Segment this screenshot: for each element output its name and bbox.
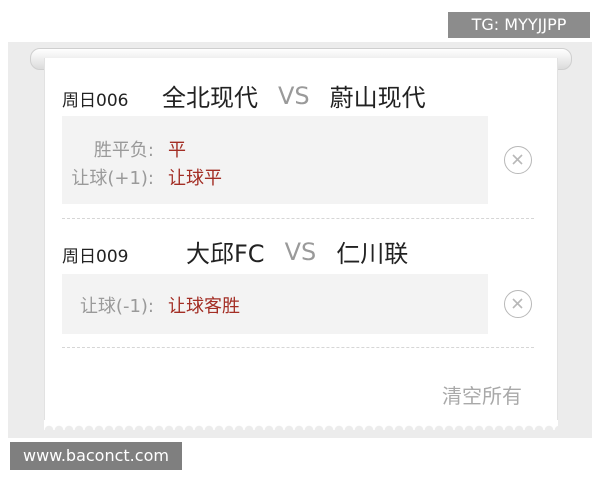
tg-watermark: TG: MYYJJPP	[448, 12, 590, 38]
bet-value: 平	[168, 140, 186, 161]
match-header: 周日006 全北现代 VS 蔚山现代	[62, 78, 538, 114]
clear-all-button[interactable]: 清空所有	[442, 380, 522, 409]
home-team: 大邱FC	[186, 240, 265, 268]
close-circle-icon	[512, 154, 523, 165]
remove-match-button[interactable]	[504, 146, 532, 174]
bet-row: 让球(+1): 让球平	[62, 164, 488, 189]
match-card: 周日009 大邱FC VS 仁川联 让球(-1): 让球客胜	[62, 234, 538, 338]
match-id: 周日006	[62, 91, 129, 111]
vs-label: VS	[284, 237, 317, 266]
match-teams: 大邱FC VS 仁川联	[186, 234, 408, 269]
bet-label: 让球(+1):	[71, 168, 154, 189]
bet-label: 让球(-1):	[79, 296, 154, 317]
home-team: 全北现代	[162, 84, 258, 112]
ticket-torn-edge	[44, 420, 558, 430]
bet-value: 让球客胜	[168, 296, 240, 317]
bet-value: 让球平	[168, 168, 222, 189]
match-id: 周日009	[62, 247, 129, 267]
bet-selection-box[interactable]: 让球(-1): 让球客胜	[62, 274, 488, 334]
bet-label: 胜平负:	[93, 140, 154, 161]
bet-selection-box[interactable]: 胜平负: 平 让球(+1): 让球平	[62, 116, 488, 204]
site-watermark: www.baconct.com	[10, 442, 182, 470]
remove-match-button[interactable]	[504, 290, 532, 318]
close-circle-icon	[512, 298, 523, 309]
away-team: 蔚山现代	[329, 84, 426, 112]
away-team: 仁川联	[336, 240, 409, 268]
match-header: 周日009 大邱FC VS 仁川联	[62, 234, 538, 270]
bet-row: 让球(-1): 让球客胜	[62, 292, 488, 317]
bet-row: 胜平负: 平	[62, 136, 488, 161]
match-card: 周日006 全北现代 VS 蔚山现代 胜平负: 平 让球(+1): 让球平	[62, 78, 538, 208]
match-divider	[62, 218, 534, 219]
match-teams: 全北现代 VS 蔚山现代	[162, 78, 426, 113]
match-divider	[62, 347, 534, 348]
vs-label: VS	[278, 81, 310, 110]
